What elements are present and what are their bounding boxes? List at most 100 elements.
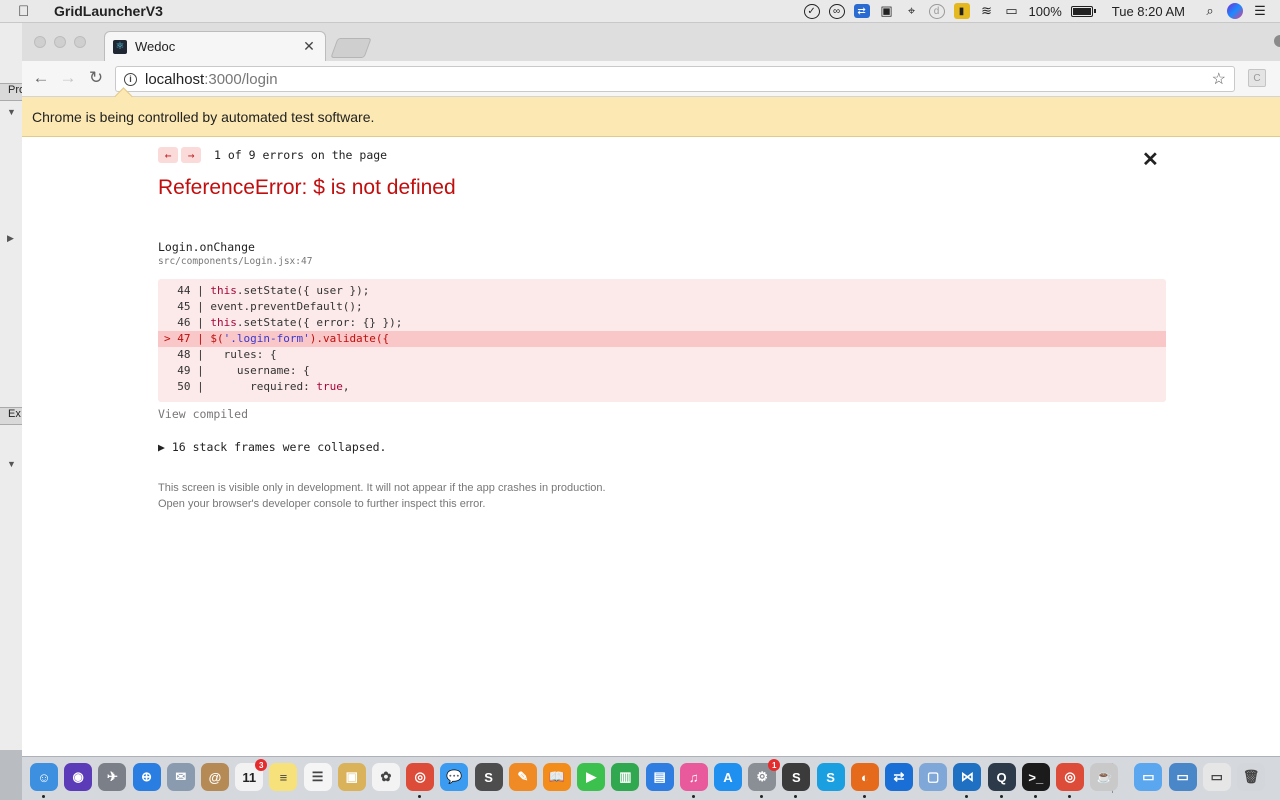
new-tab-button[interactable] bbox=[330, 38, 372, 58]
finder-icon[interactable]: ☺ bbox=[30, 763, 58, 791]
tab-strip: ⚛ Wedoc ✕ bbox=[22, 23, 1280, 61]
chrome-2-icon[interactable]: ◎ bbox=[1056, 763, 1084, 791]
dashlane-icon[interactable]: d bbox=[928, 3, 945, 19]
react-icon: ⚛ bbox=[113, 39, 127, 54]
photos-icon[interactable]: ✿ bbox=[372, 763, 400, 791]
running-indicator bbox=[999, 795, 1003, 798]
previous-error-button[interactable]: ← bbox=[158, 147, 178, 163]
quicktime-icon[interactable]: Q bbox=[987, 763, 1016, 791]
teamviewer-dock-icon[interactable]: ⇄ bbox=[885, 763, 913, 791]
disclosure-triangle-icon: ▼ bbox=[7, 459, 16, 469]
sublime-text-icon[interactable]: S bbox=[782, 763, 811, 791]
numbers-icon[interactable]: ▥ bbox=[611, 763, 640, 791]
terminal-icon[interactable]: >_ bbox=[1021, 763, 1050, 791]
skype-icon[interactable]: S bbox=[816, 763, 845, 791]
airplay-icon[interactable]: ▭ bbox=[1004, 3, 1020, 19]
notes-icon[interactable]: ≡ bbox=[269, 763, 298, 791]
footer-line: Open your browser's developer console to… bbox=[158, 498, 486, 510]
code-line: 44 | this.setState({ user }); bbox=[158, 283, 1166, 299]
check-circle-icon[interactable]: ✓ bbox=[803, 3, 820, 19]
pages-icon[interactable]: ✎ bbox=[508, 763, 537, 791]
keychain-icon[interactable]: ▮ bbox=[953, 3, 970, 19]
minimize-window-button[interactable] bbox=[54, 36, 66, 48]
next-error-button[interactable]: → bbox=[181, 147, 201, 163]
creative-cloud-icon[interactable]: ∞ bbox=[828, 3, 845, 19]
stack-frame-file[interactable]: src/components/Login.jsx:47 bbox=[158, 256, 312, 267]
extension-icon[interactable]: C bbox=[1248, 69, 1266, 87]
location-icon[interactable]: ⌖ bbox=[904, 3, 920, 19]
code-line-highlighted: > 47 | $('.login-form').validate({ bbox=[158, 331, 1166, 347]
teamviewer-icon[interactable]: ⇄ bbox=[853, 4, 870, 18]
infobar-text: Chrome is being controlled by automated … bbox=[32, 108, 375, 125]
system-preferences-icon[interactable]: ⚙ 1 bbox=[748, 759, 781, 791]
address-bar[interactable]: i localhost:3000/login ☆ bbox=[115, 66, 1235, 92]
status-menus: ✓ ∞ ⇄ ▣ ⌖ d ▮ ≋ ▭ 100% Tue 8:20 AM ⌕ ☰ bbox=[803, 3, 1280, 19]
contacts-icon[interactable]: @ bbox=[201, 763, 229, 791]
app-store-icon[interactable]: A bbox=[714, 763, 742, 791]
close-tab-icon[interactable]: ✕ bbox=[301, 38, 317, 55]
vscode-icon[interactable]: ⋈ bbox=[953, 763, 982, 791]
downloads-folder-icon[interactable]: ▭ bbox=[1134, 763, 1163, 791]
notification-center-icon[interactable]: ☰ bbox=[1252, 3, 1268, 19]
siri-dock-icon[interactable]: ◉ bbox=[64, 763, 93, 791]
chrome-icon[interactable]: ◎ bbox=[406, 763, 435, 791]
view-compiled-link[interactable]: View compiled bbox=[158, 407, 248, 421]
background-window: Pro ▼ ▶ Ex ▼ bbox=[0, 23, 25, 750]
app-name-menu[interactable]: GridLauncherV3 bbox=[54, 3, 163, 19]
url-host: localhost bbox=[145, 70, 205, 88]
running-indicator bbox=[965, 795, 969, 798]
itunes-icon[interactable]: ♫ bbox=[679, 763, 708, 791]
apple-icon[interactable]:  bbox=[18, 3, 38, 20]
java-icon[interactable]: ☕ bbox=[1090, 763, 1119, 791]
screen-sharing-icon[interactable]: ▭ bbox=[1168, 763, 1197, 791]
running-indicator bbox=[760, 795, 764, 798]
profile-icon[interactable] bbox=[1274, 35, 1280, 47]
back-arrow-icon[interactable]: ← bbox=[30, 67, 52, 89]
siri-icon[interactable] bbox=[1227, 3, 1243, 19]
disclosure-triangle-icon: ▶ bbox=[7, 233, 14, 243]
code-token: this bbox=[210, 284, 237, 297]
code-line: 48 | rules: { bbox=[158, 347, 1166, 363]
tab-wedoc[interactable]: ⚛ Wedoc ✕ bbox=[104, 31, 326, 61]
screenshots-stack-icon[interactable]: ▭ bbox=[1202, 763, 1231, 791]
safari-icon[interactable]: ⊕ bbox=[132, 763, 161, 791]
battery-icon[interactable] bbox=[1070, 5, 1096, 17]
calendar-icon[interactable]: 11 3 bbox=[235, 759, 268, 791]
tab-title: Wedoc bbox=[135, 39, 176, 54]
reminders-icon[interactable]: ☰ bbox=[303, 763, 332, 791]
sublime-icon[interactable]: S bbox=[474, 763, 503, 791]
code-token: event.preventDefault(); bbox=[210, 300, 363, 313]
keynote-icon[interactable]: ▤ bbox=[645, 763, 674, 791]
preview-icon[interactable]: ▣ bbox=[337, 763, 366, 791]
forward-arrow-icon[interactable]: → bbox=[57, 67, 79, 89]
messages-icon[interactable]: 💬 bbox=[440, 763, 469, 791]
zoom-window-button[interactable] bbox=[74, 36, 86, 48]
collapsed-frames-toggle[interactable]: ▶ 16 stack frames were collapsed. bbox=[158, 440, 386, 454]
code-token: '.login-form' bbox=[223, 332, 310, 345]
virtualbox-icon[interactable]: ▢ bbox=[919, 763, 948, 791]
camera-icon[interactable]: ▣ bbox=[879, 3, 895, 19]
running-indicator bbox=[1033, 795, 1037, 798]
clock[interactable]: Tue 8:20 AM bbox=[1112, 4, 1185, 19]
wifi-icon[interactable]: ≋ bbox=[979, 3, 995, 19]
facetime-icon[interactable]: ▶ bbox=[577, 763, 606, 791]
calendar-badge: 3 bbox=[255, 759, 268, 771]
reload-icon[interactable]: ↻ bbox=[85, 67, 107, 89]
background-window-label: Ex bbox=[0, 407, 22, 425]
trash-icon[interactable]: 🗑 bbox=[1237, 763, 1265, 791]
code-line: 46 | this.setState({ error: {} }); bbox=[158, 315, 1166, 331]
spotlight-icon[interactable]: ⌕ bbox=[1202, 3, 1218, 19]
code-token: this bbox=[210, 316, 237, 329]
bookmark-star-icon[interactable]: ☆ bbox=[1212, 69, 1226, 89]
line-number: 45 | bbox=[164, 300, 211, 313]
launchpad-icon[interactable]: ✈ bbox=[98, 763, 127, 791]
info-icon[interactable]: i bbox=[124, 72, 137, 86]
mail-bird-icon[interactable]: ✉ bbox=[166, 763, 195, 791]
code-token: true bbox=[316, 380, 343, 393]
close-window-button[interactable] bbox=[34, 36, 46, 48]
ibooks-icon[interactable]: 📖 bbox=[543, 763, 571, 791]
close-overlay-icon[interactable]: ✕ bbox=[1142, 150, 1159, 170]
code-token: .setState({ error: {} }); bbox=[236, 316, 403, 329]
firefox-icon[interactable]: ◐ bbox=[850, 763, 879, 791]
code-snippet: 44 | this.setState({ user }); 45 | event… bbox=[158, 279, 1166, 402]
